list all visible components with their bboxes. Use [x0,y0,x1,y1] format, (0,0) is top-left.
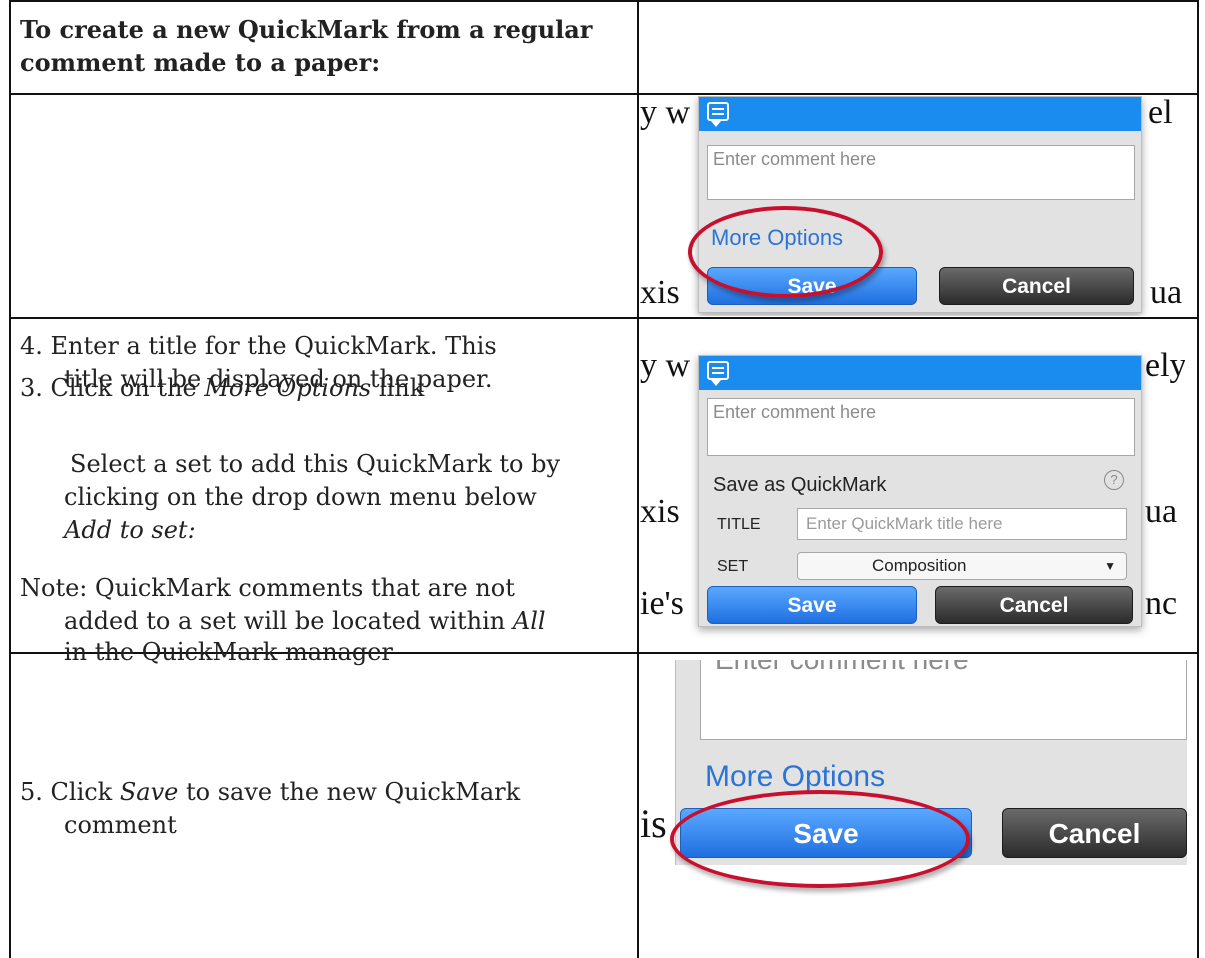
doc-text-mid-left: xis [640,493,680,530]
comment-icon [707,102,729,127]
step-5-screenshot: Enter comment here More Options is Save … [640,660,1187,938]
doc-text-left: y w [640,96,691,131]
step-4-note-line-1: Note: QuickMark comments that are not [20,574,515,602]
cancel-button[interactable]: Cancel [935,586,1133,624]
comment-input[interactable]: Enter comment here [700,660,1187,740]
cancel-button[interactable]: Cancel [939,267,1134,305]
comment-icon [707,361,729,386]
step-4-note-line-2: added to a set will be located within Al… [64,607,546,635]
step-3-screenshot: y w el xis ua Enter comment here More Op… [640,96,1185,316]
header-title: To create a new QuickMark from a regular… [20,15,593,77]
step-4-para2-line-2: clicking on the drop down menu below [64,483,537,511]
cancel-button[interactable]: Cancel [1002,808,1187,858]
popup-header-bar [699,356,1141,390]
comment-input[interactable]: Enter comment here [707,145,1135,200]
table-border-top [9,0,1199,2]
set-label: SET [717,558,749,575]
doc-text-right: ely [1145,347,1185,384]
title-label: TITLE [717,516,761,533]
step-4-para2-italic: Add to set: [64,516,196,544]
comment-input[interactable]: Enter comment here [707,398,1135,456]
quickmark-title-input[interactable]: Enter QuickMark title here [797,508,1127,540]
more-options-link[interactable]: More Options [705,760,885,794]
step-4-para2-line-1: Select a set to add this QuickMark to by [70,450,561,478]
doc-text-bottom-left: xis [640,274,680,311]
step-5-line-2: comment [64,811,177,839]
set-dropdown[interactable]: Composition ▼ [797,552,1127,580]
step-4-line-1: 4. Enter a title for the QuickMark. This [20,332,497,360]
save-button[interactable]: Save [707,586,917,624]
step-5-line-1: 5. Click Save to save the new QuickMark [20,778,521,806]
set-dropdown-value: Composition [872,556,967,575]
doc-text-mid-right: ua [1145,493,1178,530]
dropdown-arrow-icon: ▼ [1104,559,1116,573]
table-row-divider-1 [9,93,1199,95]
highlight-ring [670,790,970,888]
doc-text-bottom-right: nc [1145,585,1178,622]
doc-text-bottom-left: ie's [640,585,684,622]
table-column-divider [637,0,639,958]
step-4-screenshot: y w ely xis ua ie's nc Enter comment her… [640,345,1185,640]
step-4-line-2: title will be displayed on the paper. [64,365,493,393]
comment-popup: Enter comment here Save as QuickMark ? T… [698,355,1142,627]
step-4-note-line-3: in the QuickMark manager [64,638,393,666]
highlight-ring [688,206,883,298]
doc-text-left: y w [640,347,691,384]
doc-text-left: is [640,801,667,846]
help-icon[interactable]: ? [1104,470,1124,490]
doc-text-right: el [1148,96,1173,131]
table-row-divider-2 [9,317,1199,319]
popup-header-bar [699,97,1141,131]
doc-text-bottom-right: ua [1150,274,1183,311]
save-as-quickmark-label: Save as QuickMark [713,474,887,496]
